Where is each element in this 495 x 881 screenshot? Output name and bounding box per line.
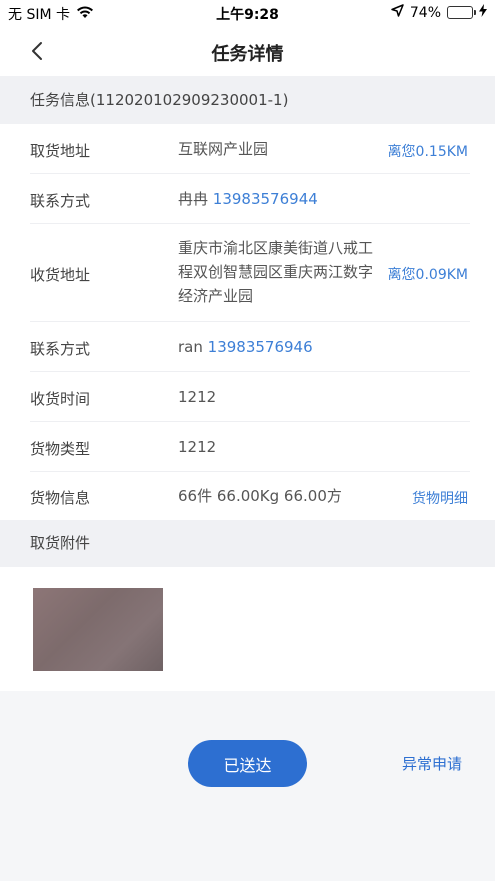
delivery-address-row: 收货地址 重庆市渝北区康美街道八戒工程双创智慧园区重庆两江数字经济产业园 离您0… <box>30 224 470 322</box>
page-title: 任务详情 <box>211 44 284 65</box>
location-arrow-icon <box>391 4 404 21</box>
pickup-contact-label: 联系方式 <box>30 192 91 210</box>
delivery-address-label: 收货地址 <box>30 266 91 284</box>
cargo-type-row: 货物类型 1212 <box>30 422 470 472</box>
pickup-distance-link[interactable]: 离您0.15KM <box>388 141 468 161</box>
charging-bolt-icon <box>479 4 487 21</box>
delivery-contact-row: 联系方式 ran 13983576946 <box>30 322 470 372</box>
delivery-contact-phone[interactable]: 13983576946 <box>208 338 313 356</box>
delivery-time-row: 收货时间 1212 <box>30 372 470 422</box>
cargo-type-label: 货物类型 <box>30 440 91 458</box>
pickup-address-value: 互联网产业园 <box>178 140 269 158</box>
cargo-info-row: 货物信息 66件 66.00Kg 66.00方 货物明细 <box>30 472 470 520</box>
cargo-info-value: 66件 66.00Kg 66.00方 <box>178 487 342 505</box>
pickup-attachment-header: 取货附件 <box>0 520 495 567</box>
task-info-header: 任务信息(112020102909230001-1) <box>0 76 495 124</box>
attachment-photo[interactable] <box>33 588 163 671</box>
pickup-contact-phone[interactable]: 13983576944 <box>213 190 318 208</box>
delivery-distance-link[interactable]: 离您0.09KM <box>388 264 468 284</box>
attachment-panel <box>0 567 495 691</box>
delivered-button[interactable]: 已送达 <box>188 740 307 787</box>
pickup-contact-value: 冉冉 13983576944 <box>178 187 318 211</box>
cargo-type-value: 1212 <box>178 438 217 456</box>
delivery-time-label: 收货时间 <box>30 390 91 408</box>
pickup-contact-name: 冉冉 <box>178 190 209 208</box>
battery-icon <box>447 6 476 19</box>
nav-bar: 任务详情 <box>0 26 495 76</box>
exception-request-link[interactable]: 异常申请 <box>402 753 462 774</box>
battery-percent: 74% <box>409 4 441 21</box>
pickup-address-row: 取货地址 互联网产业园 离您0.15KM <box>30 124 470 174</box>
cargo-detail-link[interactable]: 货物明细 <box>412 488 468 508</box>
task-info-panel: 取货地址 互联网产业园 离您0.15KM 联系方式 冉冉 13983576944… <box>0 124 495 520</box>
pickup-address-label: 取货地址 <box>30 142 91 160</box>
delivery-contact-name: ran <box>178 338 203 356</box>
cargo-info-label: 货物信息 <box>30 489 91 507</box>
delivery-time-value: 1212 <box>178 388 217 406</box>
bottom-action-area: 已送达 异常申请 <box>0 691 495 881</box>
status-right: 74% <box>391 4 487 21</box>
status-bar: 无 SIM 卡 上午9:28 74% <box>0 0 495 26</box>
delivery-contact-value: ran 13983576946 <box>178 335 313 359</box>
pickup-contact-row: 联系方式 冉冉 13983576944 <box>30 174 470 224</box>
delivery-address-value: 重庆市渝北区康美街道八戒工程双创智慧园区重庆两江数字经济产业园 <box>178 239 374 305</box>
delivery-contact-label: 联系方式 <box>30 340 91 358</box>
